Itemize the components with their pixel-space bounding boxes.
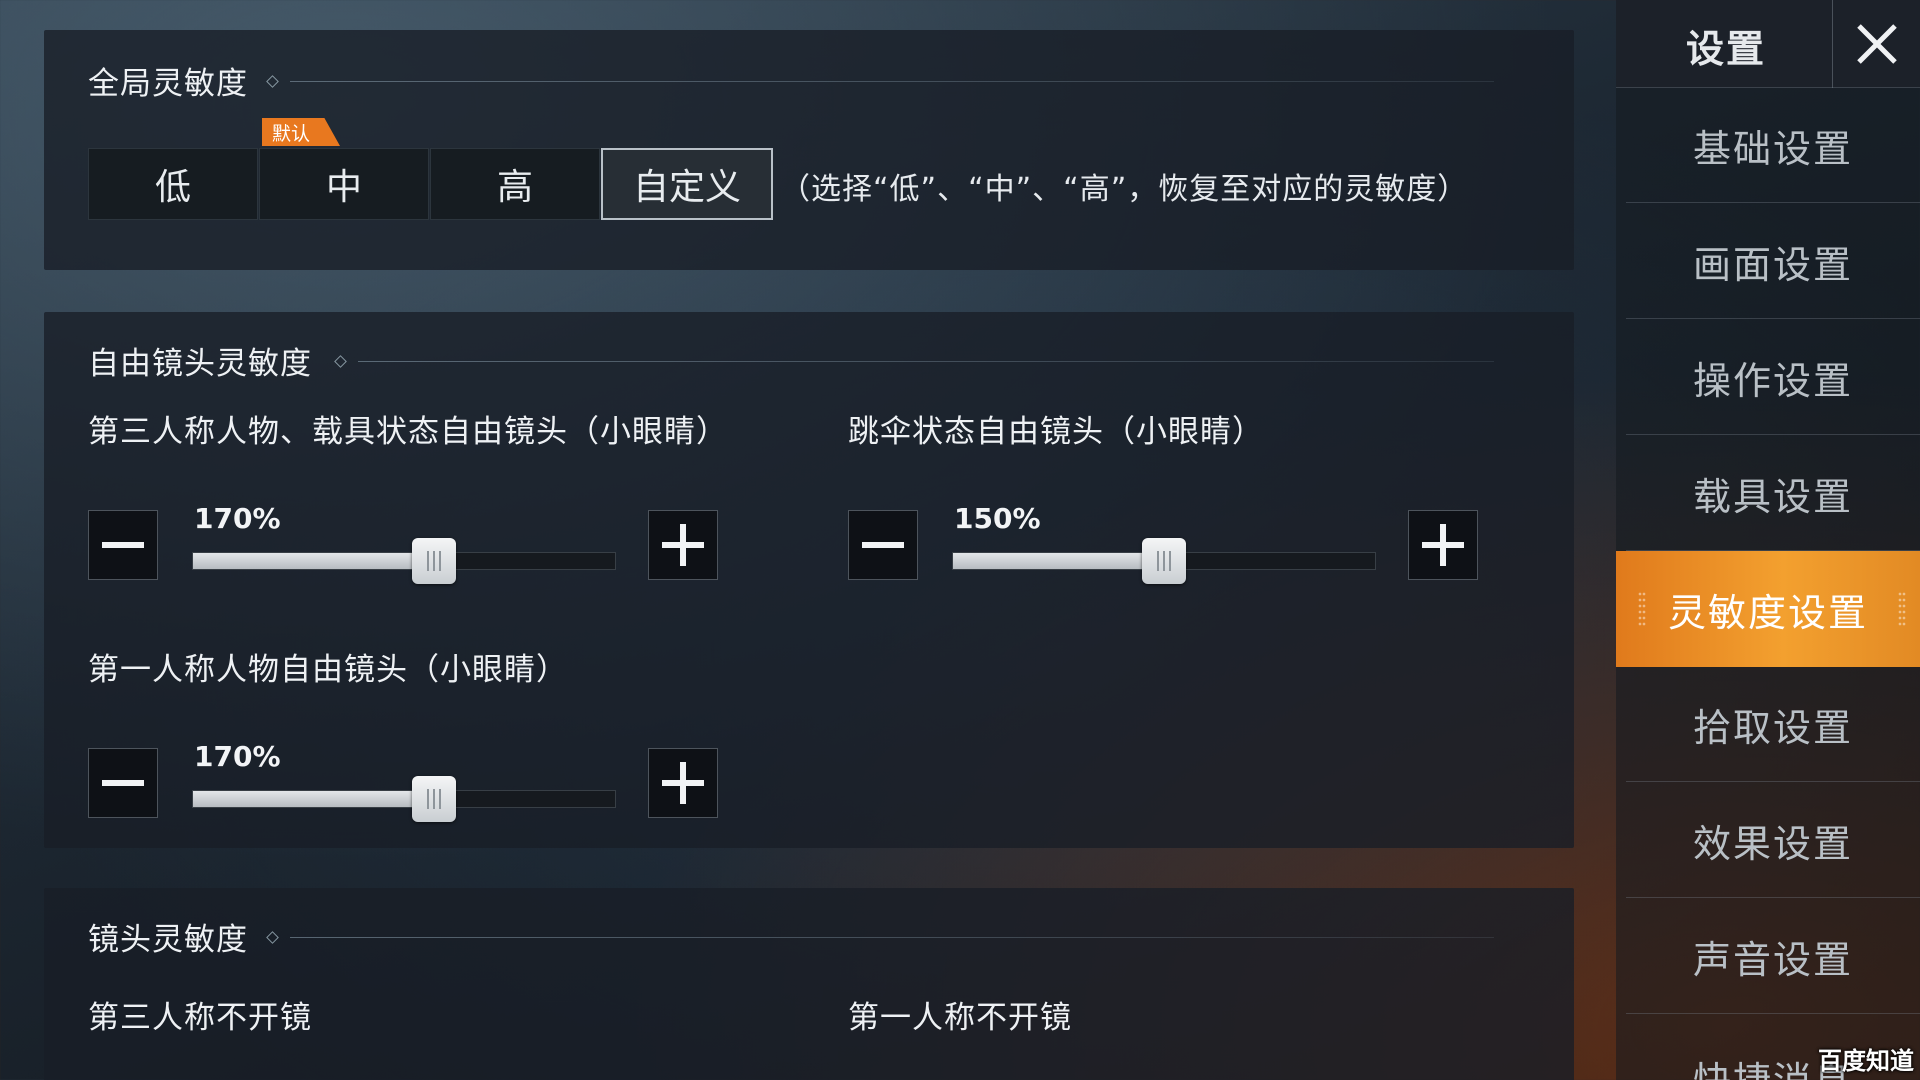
slider-value: 170% xyxy=(194,740,281,773)
slider-label-third-person: 第三人称人物、载具状态自由镜头（小眼睛） xyxy=(88,414,728,450)
free-camera-panel: 自由镜头灵敏度 第三人称人物、载具状态自由镜头（小眼睛） 170% 跳伞状态自由… xyxy=(44,312,1574,848)
plus-icon xyxy=(1422,524,1464,566)
settings-sidebar: 设置 基础设置 画面设置 操作设置 载具设置 灵敏度设置 拾取设置 效果设置 声… xyxy=(1616,0,1920,1080)
level-hint-text: （选择“低”、“中”、“高”，恢复至对应的灵敏度） xyxy=(780,172,1469,207)
global-sensitivity-title: 全局灵敏度 xyxy=(88,66,248,102)
section-divider xyxy=(290,937,1494,938)
slider-thumb[interactable] xyxy=(411,538,456,584)
sensitivity-slider[interactable] xyxy=(192,776,616,822)
minus-icon xyxy=(102,780,144,786)
grip-right-icon xyxy=(1898,591,1906,627)
slider-fill xyxy=(193,553,434,569)
section-divider xyxy=(358,361,1494,362)
level-medium-button[interactable]: 中 xyxy=(259,148,429,220)
default-badge: 默认 xyxy=(262,118,340,146)
level-low-button[interactable]: 低 xyxy=(88,148,258,220)
slider-thumb[interactable] xyxy=(1142,538,1186,584)
grip-left-icon xyxy=(1638,591,1646,627)
increase-button[interactable] xyxy=(1408,510,1478,580)
nav-sound-settings[interactable]: 声音设置 xyxy=(1626,899,1920,1014)
slider-label-parachute: 跳伞状态自由镜头（小眼睛） xyxy=(848,414,1264,450)
nav-basic-settings[interactable]: 基础设置 xyxy=(1626,88,1920,203)
global-sensitivity-panel: 全局灵敏度 低 中 高 自定义 默认 （选择“低”、“中”、“高”，恢复至对应的… xyxy=(44,30,1574,270)
plus-icon xyxy=(662,762,704,804)
sensitivity-slider[interactable] xyxy=(192,538,616,584)
sensitivity-slider[interactable] xyxy=(952,538,1376,584)
slider-thumb[interactable] xyxy=(411,776,456,822)
decrease-button[interactable] xyxy=(848,510,918,580)
decrease-button[interactable] xyxy=(88,748,158,818)
camera-sensitivity-title: 镜头灵敏度 xyxy=(88,922,248,958)
camera-sensitivity-panel: 镜头灵敏度 第三人称不开镜 第一人称不开镜 xyxy=(44,888,1574,1080)
minus-icon xyxy=(102,542,144,548)
section-diamond-icon xyxy=(266,931,279,944)
close-icon xyxy=(1856,24,1897,64)
nav-label: 灵敏度设置 xyxy=(1667,590,1868,635)
nav-graphics-settings[interactable]: 画面设置 xyxy=(1626,204,1920,319)
plus-icon xyxy=(662,524,704,566)
nav-pickup-settings[interactable]: 拾取设置 xyxy=(1626,667,1920,782)
slider-label-first-person: 第一人称人物自由镜头（小眼睛） xyxy=(88,652,568,688)
nav-vehicle-settings[interactable]: 载具设置 xyxy=(1626,436,1920,551)
section-diamond-icon xyxy=(266,75,279,88)
watermark: 百度知道 xyxy=(1818,1047,1914,1075)
free-camera-title: 自由镜头灵敏度 xyxy=(88,346,312,382)
slider-fill xyxy=(193,791,434,807)
level-custom-button[interactable]: 自定义 xyxy=(601,148,773,220)
nav-effects-settings[interactable]: 效果设置 xyxy=(1626,783,1920,898)
third-person-no-scope-label: 第三人称不开镜 xyxy=(88,1000,312,1036)
settings-title: 设置 xyxy=(1686,27,1767,71)
increase-button[interactable] xyxy=(648,748,718,818)
minus-icon xyxy=(862,542,904,548)
sidebar-header: 设置 xyxy=(1616,0,1920,88)
section-diamond-icon xyxy=(334,355,347,368)
slider-value: 170% xyxy=(194,502,281,535)
nav-controls-settings[interactable]: 操作设置 xyxy=(1626,320,1920,435)
first-person-no-scope-label: 第一人称不开镜 xyxy=(848,1000,1072,1036)
level-high-button[interactable]: 高 xyxy=(430,148,600,220)
slider-fill xyxy=(953,553,1164,569)
nav-sensitivity-settings[interactable]: 灵敏度设置 xyxy=(1616,551,1920,667)
decrease-button[interactable] xyxy=(88,510,158,580)
increase-button[interactable] xyxy=(648,510,718,580)
section-divider xyxy=(290,81,1494,82)
slider-value: 150% xyxy=(954,502,1041,535)
close-button[interactable] xyxy=(1832,0,1920,88)
